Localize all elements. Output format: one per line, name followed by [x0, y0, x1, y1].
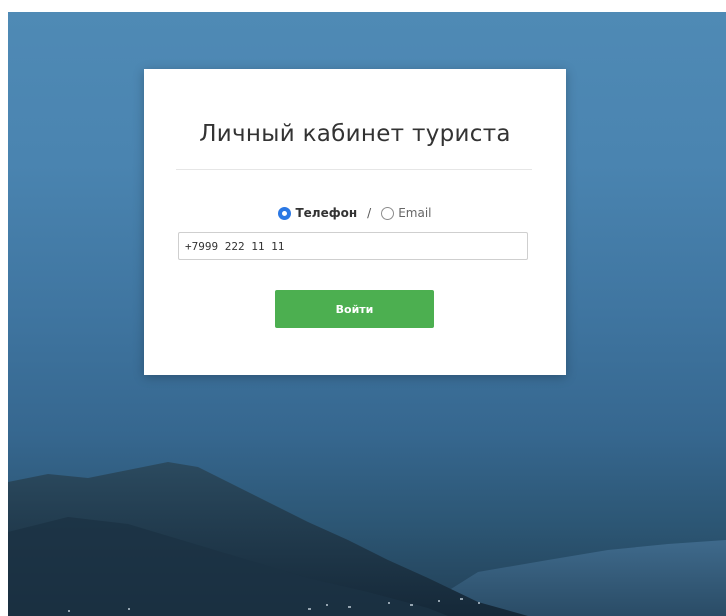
phone-option-label[interactable]: Телефон: [295, 206, 357, 220]
page-title: Личный кабинет туриста: [199, 121, 511, 147]
email-option-label[interactable]: Email: [398, 206, 431, 220]
phone-input[interactable]: [178, 232, 528, 260]
phone-radio[interactable]: [278, 206, 292, 220]
email-radio[interactable]: [381, 206, 395, 220]
login-method-switch: Телефон / Email: [144, 203, 566, 223]
login-card: Личный кабинет туриста Телефон / Email В…: [144, 69, 566, 375]
title-divider: [176, 169, 532, 170]
login-button[interactable]: Войти: [275, 290, 434, 328]
option-separator: /: [367, 206, 372, 220]
page: Личный кабинет туриста Телефон / Email В…: [0, 0, 726, 616]
